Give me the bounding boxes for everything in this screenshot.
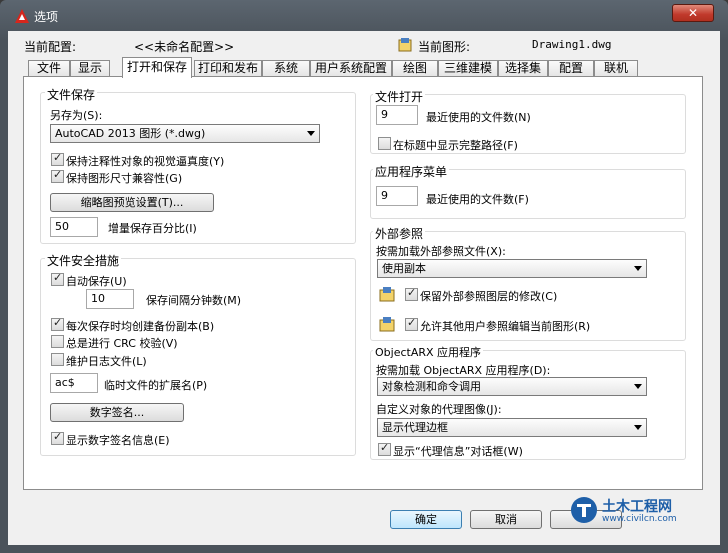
tab-online[interactable]: 联机 [594, 60, 638, 77]
file-safety-title: 文件安全措施 [45, 252, 122, 269]
tab-files[interactable]: 文件 [28, 60, 70, 77]
tab-plot-and-publish[interactable]: 打印和发布 [194, 60, 262, 77]
tab-profiles[interactable]: 配置 [548, 60, 594, 77]
digital-signatures-button[interactable]: 数字签名... [50, 403, 184, 422]
check-icon: ✓ [53, 168, 63, 181]
recent-files-input[interactable]: 9 [376, 105, 418, 125]
retain-xref-checkbox[interactable]: ✓ [405, 286, 418, 301]
retain-xref-label: 保留外部参照图层的修改(C) [420, 290, 558, 303]
allow-edit-label: 允许其他用户参照编辑当前图形(R) [420, 320, 591, 333]
profile-value: <<未命名配置>> [134, 40, 235, 54]
save-as-value: AutoCAD 2013 图形 (*.dwg) [55, 127, 206, 140]
options-dialog: 选项 ✕ 当前配置: <<未命名配置>> 当前图形: Drawing1.dwg … [0, 0, 728, 553]
tab-display[interactable]: 显示 [70, 60, 110, 77]
tab-open-and-save[interactable]: 打开和保存 [122, 57, 192, 78]
show-signature-checkbox[interactable]: ✓ [51, 430, 64, 445]
temp-ext-input[interactable]: ac$ [50, 373, 98, 393]
xref-demand-select[interactable]: 使用副本 [377, 259, 647, 278]
log-checkbox[interactable] [51, 353, 64, 366]
watermark-url: www.civilcn.com [602, 514, 677, 524]
arx-demand-value: 对象检测和命令调用 [382, 380, 481, 393]
app-recent-input[interactable]: 9 [376, 186, 418, 206]
autosave-checkbox[interactable]: ✓ [51, 271, 64, 286]
allow-edit-checkbox[interactable]: ✓ [405, 316, 418, 331]
xref-edit-icon [379, 317, 395, 332]
file-save-title: 文件保存 [45, 86, 98, 103]
show-signature-label: 显示数字签名信息(E) [66, 434, 170, 447]
title-bar: 选项 ✕ [0, 0, 728, 32]
save-as-label: 另存为(S): [50, 109, 103, 122]
backup-label: 每次保存时均创建备份副本(B) [66, 320, 215, 333]
chevron-down-icon [307, 131, 315, 136]
interval-label: 保存间隔分钟数(M) [146, 294, 242, 307]
fullpath-checkbox[interactable] [378, 137, 391, 150]
profile-label: 当前配置: [24, 40, 77, 54]
xref-demand-value: 使用副本 [382, 262, 426, 275]
ok-button[interactable]: 确定 [390, 510, 462, 529]
xref-layer-icon [379, 287, 395, 302]
xref-title: 外部参照 [373, 225, 426, 242]
drawing-label: 当前图形: [418, 40, 471, 54]
incremental-label: 增量保存百分比(I) [108, 222, 197, 235]
save-as-select[interactable]: AutoCAD 2013 图形 (*.dwg) [50, 124, 320, 143]
check-icon: ✓ [53, 151, 63, 164]
chevron-down-icon [634, 266, 642, 271]
chevron-down-icon [634, 384, 642, 389]
tab-drafting[interactable]: 绘图 [392, 60, 438, 77]
watermark-name: 土木工程网 [602, 499, 672, 515]
drawing-icon [398, 38, 412, 52]
check-icon: ✓ [407, 286, 417, 299]
app-menu-title: 应用程序菜单 [373, 163, 450, 180]
watermark-logo-icon [571, 497, 597, 523]
objectarx-title: ObjectARX 应用程序 [373, 344, 484, 360]
tab-user-preferences[interactable]: 用户系统配置 [310, 60, 392, 77]
arx-demand-label: 按需加载 ObjectARX 应用程序(D): [376, 364, 551, 377]
app-recent-label: 最近使用的文件数(F) [426, 193, 529, 206]
crc-label: 总是进行 CRC 校验(V) [66, 337, 178, 350]
autocad-logo-icon [15, 9, 29, 23]
tab-selection[interactable]: 选择集 [498, 60, 548, 77]
check-icon: ✓ [53, 430, 63, 443]
dim-compat-label: 保持图形尺寸兼容性(G) [66, 172, 183, 185]
chevron-down-icon [634, 425, 642, 430]
dim-compat-checkbox[interactable]: ✓ [51, 168, 64, 183]
fullpath-label: 在标题中显示完整路径(F) [393, 139, 518, 152]
proxy-image-label: 自定义对象的代理图像(J): [376, 403, 502, 416]
cancel-button[interactable]: 取消 [470, 510, 542, 529]
arx-demand-select[interactable]: 对象检测和命令调用 [377, 377, 647, 396]
check-icon: ✓ [407, 316, 417, 329]
file-open-title: 文件打开 [373, 88, 426, 105]
proxy-image-select[interactable]: 显示代理边框 [377, 418, 647, 437]
xref-demand-label: 按需加载外部参照文件(X): [376, 245, 506, 258]
autosave-label: 自动保存(U) [66, 275, 127, 288]
drawing-value: Drawing1.dwg [532, 38, 612, 51]
backup-checkbox[interactable]: ✓ [51, 316, 64, 331]
window-title: 选项 [34, 10, 59, 24]
check-icon: ✓ [380, 441, 390, 454]
tab-3d-modeling[interactable]: 三维建模 [438, 60, 498, 77]
proxy-dialog-checkbox[interactable]: ✓ [378, 441, 391, 456]
incremental-input[interactable]: 50 [50, 217, 98, 237]
proxy-dialog-label: 显示“代理信息”对话框(W) [393, 445, 523, 458]
tab-system[interactable]: 系统 [262, 60, 310, 77]
proxy-image-value: 显示代理边框 [382, 421, 448, 434]
annotative-checkbox[interactable]: ✓ [51, 151, 64, 166]
check-icon: ✓ [53, 316, 63, 329]
thumbnail-settings-button[interactable]: 缩略图预览设置(T)... [50, 193, 214, 212]
recent-files-label: 最近使用的文件数(N) [426, 111, 531, 124]
annotative-label: 保持注释性对象的视觉逼真度(Y) [66, 155, 225, 168]
close-button[interactable]: ✕ [672, 4, 714, 22]
temp-ext-label: 临时文件的扩展名(P) [104, 379, 208, 392]
check-icon: ✓ [53, 271, 63, 284]
log-label: 维护日志文件(L) [66, 355, 147, 368]
crc-checkbox[interactable] [51, 335, 64, 348]
interval-input[interactable]: 10 [86, 289, 134, 309]
watermark: 土木工程网 www.civilcn.com [570, 490, 690, 530]
